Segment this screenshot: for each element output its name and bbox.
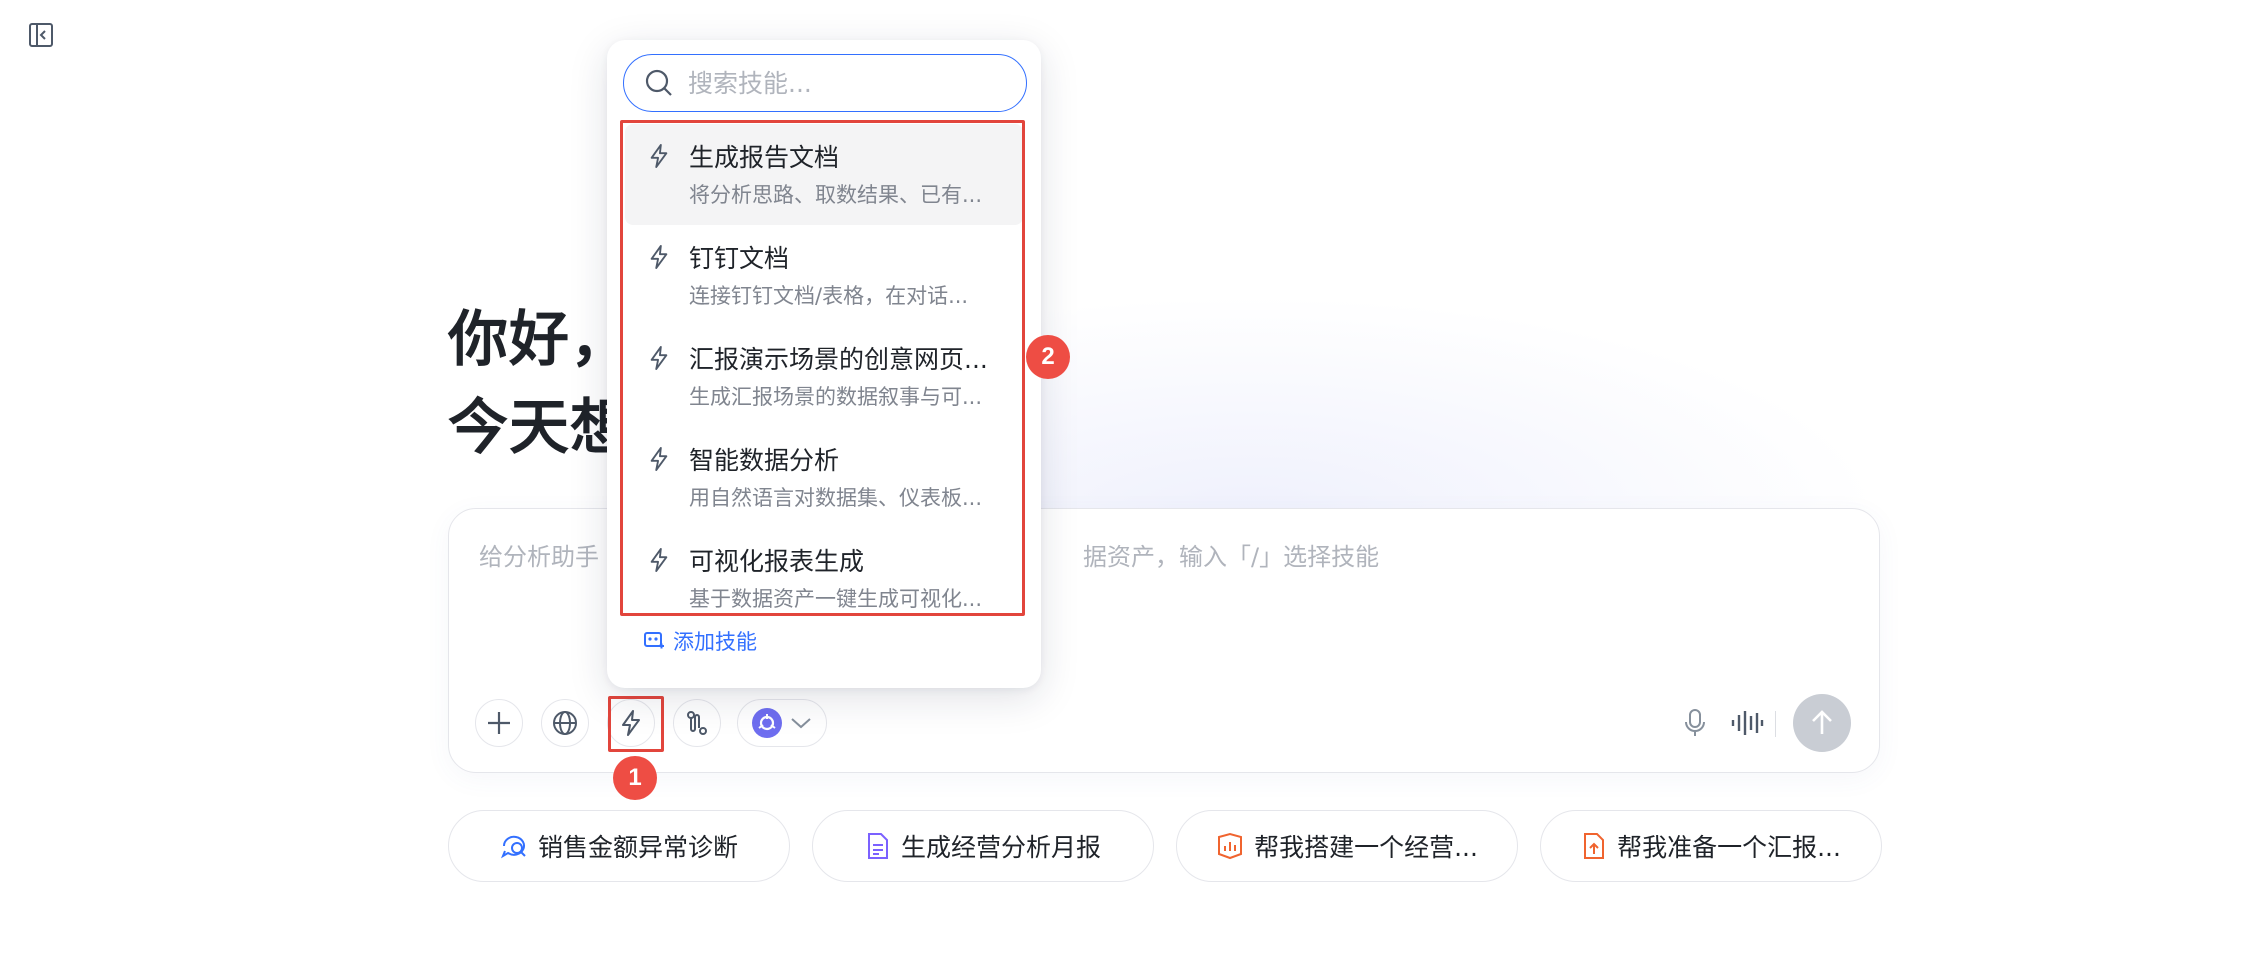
skill-title: 汇报演示场景的创意网页... — [689, 345, 988, 374]
step-badge-1: 1 — [613, 756, 657, 800]
sidebar-toggle-button[interactable] — [26, 20, 56, 50]
chat-analysis-icon — [500, 835, 526, 859]
app-root: 你好， 今天想 给分析助手 据资产，输入「/」选择技能 1 销售金额异常诊断 生… — [0, 0, 2256, 974]
suggestion-chip-1[interactable]: 销售金额异常诊断 — [448, 810, 790, 882]
send-button[interactable] — [1793, 694, 1851, 752]
skill-desc: 用自然语言对数据集、仪表板... — [689, 486, 983, 510]
suggestion-chip-3[interactable]: 帮我搭建一个经营... — [1176, 810, 1518, 882]
suggestion-label-2: 生成经营分析月报 — [900, 833, 1101, 862]
globe-icon — [553, 711, 577, 735]
chevron-down-icon — [791, 718, 811, 729]
workflow-icon — [687, 711, 707, 735]
skill-search-input[interactable] — [686, 67, 1016, 99]
sound-wave-icon — [1731, 711, 1764, 735]
suggestion-label-1: 销售金额异常诊断 — [537, 833, 738, 862]
upload-file-icon — [1584, 833, 1605, 859]
skill-button[interactable] — [607, 699, 655, 747]
greeting-line-2: 今天想 — [448, 393, 631, 463]
suggestion-label-4: 帮我准备一个汇报... — [1617, 833, 1841, 862]
model-selector[interactable] — [737, 699, 827, 747]
skill-item[interactable]: 汇报演示场景的创意网页... 生成汇报场景的数据叙事与可... — [625, 326, 1023, 427]
lightning-icon — [650, 143, 668, 168]
web-search-button[interactable] — [541, 699, 589, 747]
suggestion-label-3: 帮我搭建一个经营... — [1254, 833, 1478, 862]
voice-input-button[interactable] — [1671, 699, 1719, 747]
dashboard-icon — [1218, 832, 1243, 860]
skill-item[interactable]: 钉钉文档 连接钉钉文档/表格，在对话... — [625, 225, 1023, 326]
lightning-icon — [650, 244, 668, 269]
greeting-heading: 你好， 今天想 — [448, 296, 631, 472]
search-icon — [645, 69, 672, 96]
microphone-icon — [1685, 709, 1705, 736]
skill-desc: 基于数据资产一键生成可视化... — [689, 587, 983, 611]
skill-popup: 生成报告文档 将分析思路、取数结果、已有... 钉钉文档 连接钉钉文档/表格，在… — [607, 40, 1041, 688]
toolbar-divider — [1775, 711, 1776, 737]
step-badge-2: 2 — [1026, 335, 1070, 379]
skill-title: 智能数据分析 — [689, 446, 840, 475]
skill-item[interactable]: 智能数据分析 用自然语言对数据集、仪表板... — [625, 427, 1023, 528]
add-skill-icon — [644, 632, 664, 649]
document-list-icon — [867, 833, 888, 859]
skill-search-box[interactable] — [623, 54, 1027, 112]
suggestion-chip-4[interactable]: 帮我准备一个汇报... — [1540, 810, 1882, 882]
skill-desc: 连接钉钉文档/表格，在对话... — [689, 284, 969, 308]
lightning-icon — [650, 447, 668, 471]
greeting-line-1: 你好， — [448, 305, 631, 375]
voice-mode-button[interactable] — [1723, 699, 1771, 747]
skill-list: 生成报告文档 将分析思路、取数结果、已有... 钉钉文档 连接钉钉文档/表格，在… — [625, 124, 1023, 614]
arrow-up-icon — [1812, 710, 1832, 734]
skill-desc: 生成汇报场景的数据叙事与可... — [689, 385, 983, 409]
suggestion-chip-2[interactable]: 生成经营分析月报 — [812, 810, 1154, 882]
skill-title: 钉钉文档 — [689, 244, 790, 273]
add-skill-label: 添加技能 — [673, 630, 757, 654]
skill-title: 生成报告文档 — [689, 143, 840, 172]
composer-placeholder-left: 给分析助手 — [479, 543, 599, 571]
add-skill-button[interactable]: 添加技能 — [643, 626, 757, 656]
skill-item[interactable]: 可视化报表生成 基于数据资产一键生成可视化... — [625, 528, 1023, 614]
model-logo-icon — [752, 708, 782, 738]
sidebar-collapse-icon — [29, 23, 53, 47]
composer-placeholder-right: 据资产，输入「/」选择技能 — [1083, 543, 1380, 571]
add-attachment-button[interactable] — [475, 699, 523, 747]
skill-item[interactable]: 生成报告文档 将分析思路、取数结果、已有... — [625, 124, 1023, 225]
skill-title: 可视化报表生成 — [689, 547, 865, 576]
lightning-icon — [622, 710, 640, 736]
skill-desc: 将分析思路、取数结果、已有... — [689, 183, 983, 207]
lightning-icon — [650, 346, 668, 370]
add-icon — [488, 712, 510, 734]
workflow-button[interactable] — [673, 699, 721, 747]
lightning-icon — [650, 548, 668, 572]
